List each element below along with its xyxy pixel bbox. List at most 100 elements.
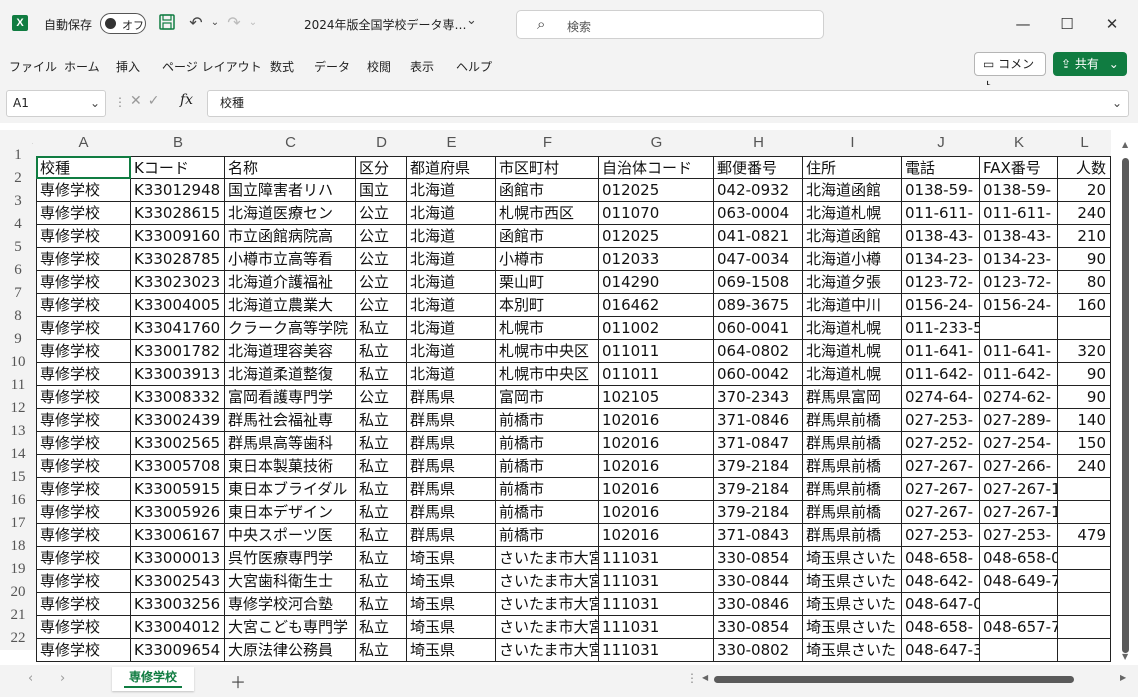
row-header[interactable]: 1 bbox=[0, 144, 36, 167]
header-cell[interactable]: 都道府県 bbox=[407, 156, 496, 179]
table-cell[interactable]: 011-642- bbox=[902, 363, 980, 386]
column-header-g[interactable]: G bbox=[599, 130, 714, 156]
table-cell[interactable]: 102016 bbox=[599, 432, 714, 455]
table-cell[interactable]: 371-0847 bbox=[714, 432, 803, 455]
column-header-k[interactable]: K bbox=[980, 130, 1058, 156]
table-cell[interactable]: 専修学校 bbox=[36, 225, 131, 248]
scroll-up-icon[interactable]: ▲ bbox=[1122, 140, 1128, 149]
table-cell[interactable]: 0123-72- bbox=[902, 271, 980, 294]
formula-input[interactable]: 校種 ⌄ bbox=[207, 90, 1129, 117]
table-cell[interactable]: K33003256 bbox=[131, 593, 225, 616]
table-cell[interactable]: 北海道札幌 bbox=[803, 317, 902, 340]
table-cell[interactable]: 048-649-7922 bbox=[980, 570, 1058, 593]
name-box[interactable]: A1 ⌄ bbox=[6, 90, 106, 117]
table-cell[interactable]: 048-642- bbox=[902, 570, 980, 593]
table-cell[interactable]: 0138-43- bbox=[902, 225, 980, 248]
table-cell[interactable]: 330-0844 bbox=[714, 570, 803, 593]
column-header-a[interactable]: A bbox=[36, 130, 131, 156]
row-header[interactable]: 14 bbox=[0, 443, 36, 466]
tab-view[interactable]: 表示 bbox=[410, 58, 434, 75]
table-cell[interactable]: 埼玉県 bbox=[407, 570, 496, 593]
table-cell[interactable]: さいたま市大宮区 bbox=[496, 570, 599, 593]
table-cell[interactable]: 私立 bbox=[356, 524, 407, 547]
table-cell[interactable]: 群馬社会福祉専 bbox=[225, 409, 356, 432]
table-cell[interactable]: K33003913 bbox=[131, 363, 225, 386]
table-cell[interactable] bbox=[1058, 570, 1111, 593]
tab-page-layout[interactable]: ページ レイアウト bbox=[162, 58, 262, 75]
table-cell[interactable]: 0134-23- bbox=[980, 248, 1058, 271]
table-cell[interactable]: 私立 bbox=[356, 455, 407, 478]
table-cell[interactable]: 北海道 bbox=[407, 271, 496, 294]
table-cell[interactable]: 呉竹医療専門学 bbox=[225, 547, 356, 570]
table-cell[interactable]: 102016 bbox=[599, 501, 714, 524]
table-cell[interactable]: 東日本ブライダル bbox=[225, 478, 356, 501]
table-cell[interactable]: 111031 bbox=[599, 616, 714, 639]
table-cell[interactable]: 小樽市 bbox=[496, 248, 599, 271]
table-cell[interactable]: K33001782 bbox=[131, 340, 225, 363]
comment-button[interactable]: ▭ コメント bbox=[974, 52, 1046, 93]
table-cell[interactable]: 北海道医療セン bbox=[225, 202, 356, 225]
tab-insert[interactable]: 挿入 bbox=[116, 58, 140, 75]
column-header-l[interactable]: L bbox=[1058, 130, 1111, 156]
table-cell[interactable]: 011-641- bbox=[980, 340, 1058, 363]
share-button[interactable]: ⇪ 共有 ⌄ bbox=[1053, 52, 1127, 76]
horizontal-scrollbar[interactable]: ◀ ▶ bbox=[700, 671, 1132, 687]
table-cell[interactable]: 群馬県 bbox=[407, 409, 496, 432]
row-header[interactable]: 22 bbox=[0, 627, 36, 650]
insert-function-icon[interactable]: fx bbox=[180, 92, 193, 108]
row-header[interactable]: 3 bbox=[0, 190, 36, 213]
table-cell[interactable]: 111031 bbox=[599, 547, 714, 570]
row-header[interactable]: 9 bbox=[0, 328, 36, 351]
table-cell[interactable]: 0138-43- bbox=[980, 225, 1058, 248]
table-cell[interactable]: 90 bbox=[1058, 248, 1111, 271]
table-cell[interactable]: K33006167 bbox=[131, 524, 225, 547]
table-cell[interactable]: K33002565 bbox=[131, 432, 225, 455]
table-cell[interactable]: 国立 bbox=[356, 179, 407, 202]
table-cell[interactable]: 北海道 bbox=[407, 202, 496, 225]
tab-data[interactable]: データ bbox=[314, 58, 350, 75]
table-cell[interactable]: K33023023 bbox=[131, 271, 225, 294]
scroll-thumb[interactable] bbox=[1122, 158, 1129, 653]
column-header-b[interactable]: B bbox=[131, 130, 225, 156]
table-cell[interactable]: 0274-62- bbox=[980, 386, 1058, 409]
table-cell[interactable]: 群馬県前橋 bbox=[803, 524, 902, 547]
table-cell[interactable]: 0138-59- bbox=[902, 179, 980, 202]
table-cell[interactable]: 80 bbox=[1058, 271, 1111, 294]
table-cell[interactable]: 140 bbox=[1058, 409, 1111, 432]
add-sheet-icon[interactable]: ＋ bbox=[230, 669, 246, 693]
table-cell[interactable]: 専修学校 bbox=[36, 593, 131, 616]
table-cell[interactable] bbox=[1058, 547, 1111, 570]
table-cell[interactable]: K33004012 bbox=[131, 616, 225, 639]
table-cell[interactable]: 379-2184 bbox=[714, 455, 803, 478]
next-sheet-icon[interactable]: › bbox=[60, 671, 65, 686]
column-header-d[interactable]: D bbox=[356, 130, 407, 156]
table-cell[interactable]: K33002439 bbox=[131, 409, 225, 432]
header-cell[interactable]: 郵便番号 bbox=[714, 156, 803, 179]
table-cell[interactable]: 群馬県 bbox=[407, 478, 496, 501]
table-cell[interactable]: 048-657-7556 bbox=[980, 616, 1058, 639]
autosave-toggle[interactable]: オフ bbox=[100, 13, 146, 34]
table-cell[interactable]: 札幌市中央区 bbox=[496, 340, 599, 363]
table-cell[interactable]: 北海道函館 bbox=[803, 179, 902, 202]
table-cell[interactable]: 埼玉県さいた bbox=[803, 593, 902, 616]
table-cell[interactable]: 027-267-1170 bbox=[980, 478, 1058, 501]
table-cell[interactable]: さいたま市大宮区 bbox=[496, 593, 599, 616]
table-cell[interactable]: K33009160 bbox=[131, 225, 225, 248]
table-cell[interactable]: 042-0932 bbox=[714, 179, 803, 202]
table-cell[interactable]: 前橋市 bbox=[496, 524, 599, 547]
table-cell[interactable]: 012025 bbox=[599, 179, 714, 202]
table-cell[interactable]: K33012948 bbox=[131, 179, 225, 202]
table-cell[interactable]: 専修学校 bbox=[36, 432, 131, 455]
chevron-down-icon[interactable]: ⌄ bbox=[243, 13, 263, 33]
table-cell[interactable]: 大宮歯科衛生士 bbox=[225, 570, 356, 593]
table-cell[interactable]: 前橋市 bbox=[496, 409, 599, 432]
redo-icon[interactable]: ↷ bbox=[224, 13, 244, 33]
row-header[interactable]: 4 bbox=[0, 213, 36, 236]
sheet-tab[interactable]: 専修学校 bbox=[112, 667, 194, 691]
table-cell[interactable]: 北海道函館 bbox=[803, 225, 902, 248]
table-cell[interactable]: 私立 bbox=[356, 639, 407, 662]
table-cell[interactable]: 専修学校 bbox=[36, 409, 131, 432]
scroll-left-icon[interactable]: ◀ bbox=[702, 673, 708, 682]
table-cell[interactable]: 048-658-0005 bbox=[980, 547, 1058, 570]
table-cell[interactable]: 埼玉県さいた bbox=[803, 570, 902, 593]
